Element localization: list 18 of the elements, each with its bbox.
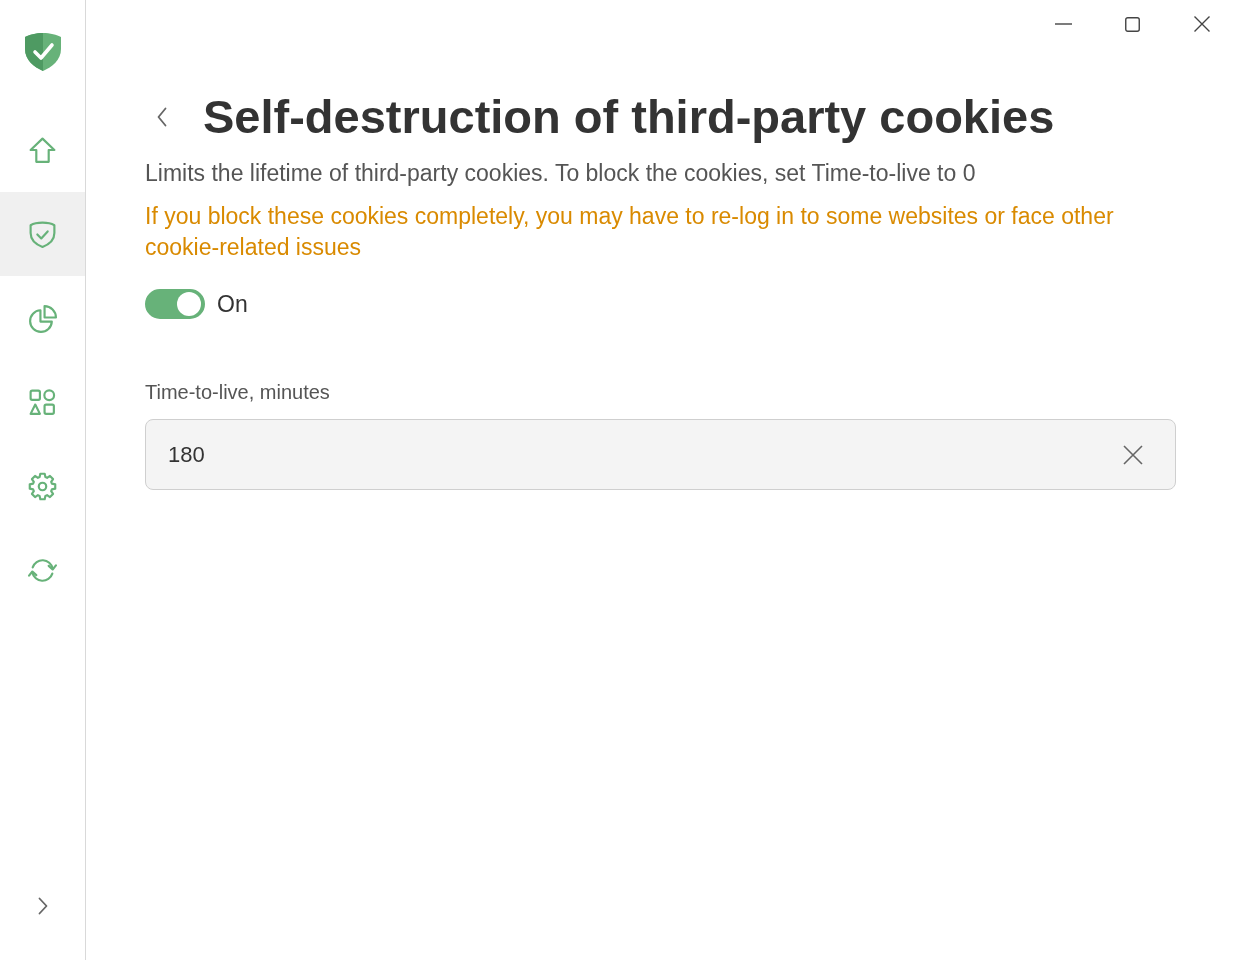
chevron-right-icon[interactable]: [37, 897, 48, 915]
settings-icon: [27, 470, 58, 502]
description-text: Limits the lifetime of third-party cookies. To block the cookies, set Time-to-live to 0: [145, 159, 977, 188]
page-title: Self-destruction of third-party cookies: [203, 91, 1055, 143]
sidebar-item[interactable]: [0, 192, 85, 276]
toggle-label: On: [217, 290, 248, 318]
shapes-icon: [27, 386, 58, 418]
field-label: Time-to-live, minutes: [145, 380, 331, 405]
maximize-icon[interactable]: [1125, 16, 1140, 32]
pie-chart-icon: [27, 302, 58, 334]
home-icon: [27, 134, 58, 166]
close-icon[interactable]: [1193, 16, 1210, 32]
shield-logo-icon: [23, 32, 62, 72]
chevron-left-icon[interactable]: [157, 107, 167, 127]
warning-text: If you block these cookies completely, you may have to re-log in to some websites or face other cookie-related issues: [145, 202, 1115, 262]
toggle-switch[interactable]: [145, 289, 205, 319]
time-to-live-input-field[interactable]: 180: [145, 419, 1176, 490]
clear-icon[interactable]: [1123, 444, 1143, 465]
